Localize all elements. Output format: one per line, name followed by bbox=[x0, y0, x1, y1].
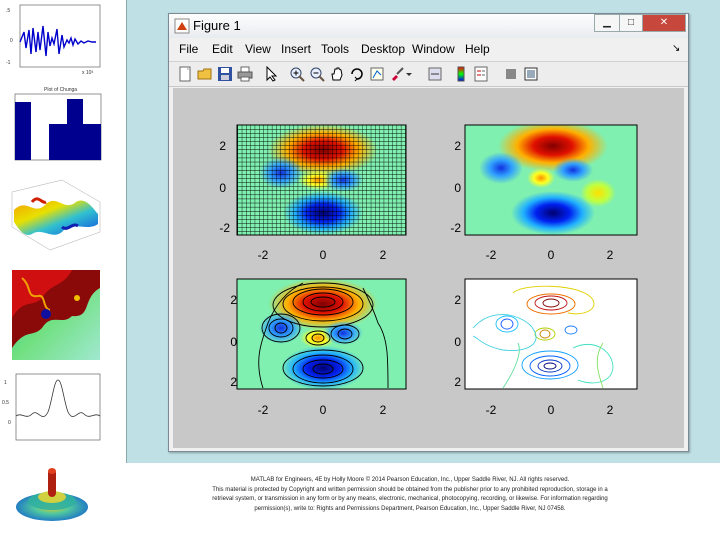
p1-xtick: 2 bbox=[380, 248, 387, 262]
menu-insert[interactable]: Insert bbox=[281, 42, 311, 56]
menu-view[interactable]: View bbox=[245, 42, 271, 56]
thumbnail-fractal-image bbox=[2, 268, 106, 364]
matlab-logo-icon bbox=[174, 18, 190, 34]
menu-help[interactable]: Help bbox=[465, 42, 490, 56]
p4-ytick: 2 bbox=[454, 293, 461, 307]
svg-text:1: 1 bbox=[4, 380, 7, 386]
svg-text:0: 0 bbox=[10, 38, 13, 44]
svg-text:.5: .5 bbox=[6, 8, 10, 14]
p2-xtick: -2 bbox=[486, 248, 497, 262]
p2-ytick: 0 bbox=[454, 181, 461, 195]
show-plot-tools-icon[interactable] bbox=[523, 66, 539, 82]
menu-edit[interactable]: Edit bbox=[212, 42, 233, 56]
p4-xtick: 2 bbox=[607, 403, 614, 417]
window-title: Figure 1 bbox=[193, 18, 241, 33]
legend-icon[interactable] bbox=[473, 66, 489, 82]
zoom-in-icon[interactable] bbox=[289, 66, 305, 82]
thumbnail-strip: .5 0 -1 x 10³ Plot of Chunga 1 0.5 0 bbox=[0, 0, 110, 540]
subplot-pcolor[interactable] bbox=[236, 124, 407, 236]
copyright-caption: MATLAB for Engineers, 4E by Holly Moore … bbox=[160, 476, 660, 514]
caption-line: MATLAB for Engineers, 4E by Holly Moore … bbox=[250, 477, 570, 483]
p3-xtick: -2 bbox=[258, 403, 269, 417]
hide-plot-tools-icon[interactable] bbox=[503, 66, 519, 82]
p3-ytick: 0 bbox=[230, 335, 237, 349]
rotate-3d-icon[interactable] bbox=[349, 66, 365, 82]
p3-ytick: 2 bbox=[230, 293, 237, 307]
figure-window: Figure 1 ▁ □ ✕ File Edit View Insert Too… bbox=[168, 13, 689, 452]
pan-hand-icon[interactable] bbox=[329, 66, 345, 82]
caption-line: This material is protected by Copyright … bbox=[212, 486, 608, 493]
thumbnail-sinc-plot: 1 0.5 0 bbox=[2, 372, 106, 444]
svg-text:-1: -1 bbox=[6, 60, 11, 66]
maximize-button[interactable]: □ bbox=[619, 14, 643, 32]
thumbnail-3d-surface bbox=[2, 172, 106, 258]
brush-dropdown-icon[interactable] bbox=[405, 66, 413, 82]
p1-ytick: 2 bbox=[219, 139, 226, 153]
thumbnail-signal-axis-label: x 10³ bbox=[82, 70, 93, 76]
thumbnail-histogram-title: Plot of Chunga bbox=[44, 87, 77, 93]
link-icon[interactable] bbox=[427, 66, 443, 82]
p3-ytick: 2 bbox=[230, 375, 237, 389]
menu-file[interactable]: File bbox=[179, 42, 198, 56]
p4-xtick: 0 bbox=[548, 403, 555, 417]
subplot-contourf[interactable] bbox=[236, 278, 407, 390]
print-icon[interactable] bbox=[237, 66, 253, 82]
close-button[interactable]: ✕ bbox=[642, 14, 686, 32]
menu-desktop[interactable]: Desktop bbox=[361, 42, 405, 56]
p1-xtick: -2 bbox=[258, 248, 269, 262]
p4-ytick: 2 bbox=[454, 375, 461, 389]
menu-tools[interactable]: Tools bbox=[321, 42, 349, 56]
p4-xtick: -2 bbox=[486, 403, 497, 417]
new-figure-icon[interactable] bbox=[177, 66, 193, 82]
open-file-icon[interactable] bbox=[197, 66, 213, 82]
p1-ytick: 0 bbox=[219, 181, 226, 195]
p2-xtick: 2 bbox=[607, 248, 614, 262]
p2-ytick: 2 bbox=[454, 139, 461, 153]
minimize-button[interactable]: ▁ bbox=[594, 14, 620, 32]
svg-text:0: 0 bbox=[8, 420, 11, 426]
subplots-svg: 2 0 -2 -2 0 2 2 0 -2 -2 0 2 2 0 2 -2 0 2… bbox=[219, 120, 638, 417]
p4-ytick: 0 bbox=[454, 335, 461, 349]
p3-xtick: 0 bbox=[320, 403, 327, 417]
subplot-contour[interactable] bbox=[464, 278, 638, 390]
window-titlebar[interactable]: Figure 1 ▁ □ ✕ bbox=[169, 14, 688, 38]
thumbnail-histogram: Plot of Chunga bbox=[2, 84, 106, 164]
save-icon[interactable] bbox=[217, 66, 233, 82]
data-cursor-icon[interactable] bbox=[369, 66, 385, 82]
p3-xtick: 2 bbox=[380, 403, 387, 417]
p2-ytick: -2 bbox=[450, 221, 461, 235]
undock-arrow-icon[interactable]: ↘ bbox=[672, 43, 680, 54]
svg-text:0.5: 0.5 bbox=[2, 400, 9, 406]
figure-canvas: 2 0 -2 -2 0 2 2 0 -2 -2 0 2 2 0 2 -2 0 2… bbox=[173, 88, 684, 448]
caption-line: permission(s), write to: Rights and Perm… bbox=[254, 505, 566, 512]
caption-line: retrieval system, or transmission in any… bbox=[212, 496, 608, 502]
brush-icon[interactable] bbox=[389, 66, 405, 82]
p1-ytick: -2 bbox=[219, 221, 230, 235]
zoom-out-icon[interactable] bbox=[309, 66, 325, 82]
p2-xtick: 0 bbox=[548, 248, 555, 262]
surface-plot-thumbnail bbox=[14, 463, 90, 525]
select-arrow-icon[interactable] bbox=[263, 66, 279, 82]
menu-window[interactable]: Window bbox=[412, 42, 455, 56]
p1-xtick: 0 bbox=[320, 248, 327, 262]
menubar: File Edit View Insert Tools Desktop Wind… bbox=[169, 41, 688, 59]
subplot-shaded[interactable] bbox=[464, 120, 638, 236]
colorbar-icon[interactable] bbox=[453, 66, 469, 82]
toolbar bbox=[169, 61, 688, 87]
thumbnail-signal-plot: .5 0 -1 x 10³ bbox=[2, 2, 106, 76]
